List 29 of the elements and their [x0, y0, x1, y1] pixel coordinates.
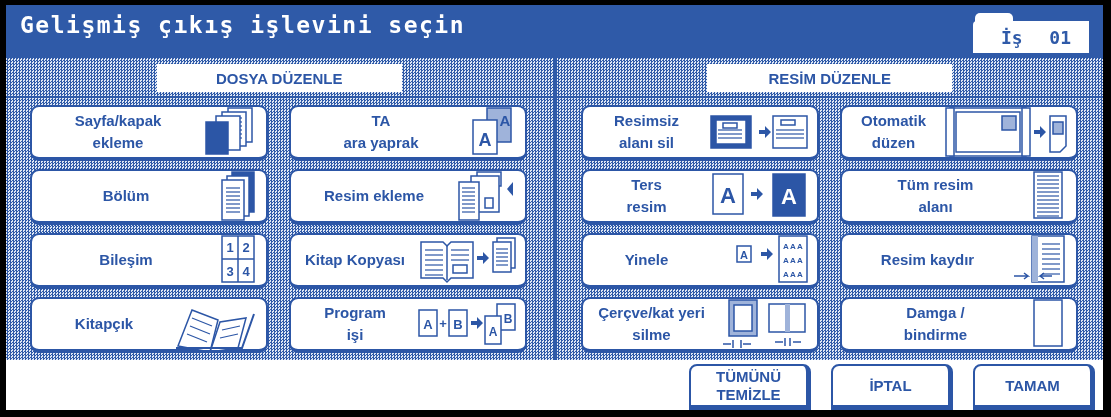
document-stack-icon — [218, 170, 258, 222]
function-button[interactable]: Otomatik düzen — [839, 105, 1078, 161]
function-button[interactable]: Program işi A + B B A — [289, 297, 527, 353]
job-label: İş — [1001, 26, 1023, 48]
function-button[interactable]: Tüm resim alanı — [839, 169, 1078, 225]
function-button[interactable]: Sayfa/kapak ekleme — [30, 105, 268, 161]
function-button[interactable]: Damga / bindirme — [839, 297, 1078, 353]
section-title: RESİM DÜZENLE — [707, 64, 953, 92]
section-title: DOSYA DÜZENLE — [156, 64, 402, 92]
window-title: Gelişmiş çıkış işlevini seçin — [20, 12, 466, 38]
book-to-pages-icon — [417, 234, 517, 286]
function-button[interactable]: TA ara yaprak A A — [289, 105, 527, 161]
function-button[interactable]: Resim kaydır — [839, 233, 1078, 289]
footer-button[interactable]: TÜMÜNÜ TEMİZLE — [689, 364, 811, 410]
function-button[interactable]: Yinele A AAA AAA AAA — [580, 233, 819, 289]
function-button[interactable]: Çerçve/kat yeri silme — [580, 297, 819, 353]
image-shift-icon — [1011, 234, 1068, 286]
function-button[interactable]: Ters resim A A — [580, 169, 819, 225]
function-button[interactable]: Resimsiz alanı sil — [580, 105, 819, 161]
function-button[interactable]: Kitap Kopyası — [289, 233, 527, 289]
job-number: 01 — [1049, 26, 1071, 48]
auto-layout-icon — [943, 106, 1068, 158]
function-button[interactable]: Resim ekleme — [289, 169, 527, 225]
four-up-page-icon: 1 2 3 4 — [218, 234, 258, 286]
function-button[interactable]: Kitapçık — [30, 297, 268, 353]
footer-button[interactable]: TAMAM — [973, 364, 1095, 410]
function-button[interactable]: Bileşim 1 2 3 4 — [30, 233, 268, 289]
function-button[interactable]: Bölüm — [30, 169, 268, 225]
footer-button[interactable]: İPTAL — [831, 364, 953, 410]
